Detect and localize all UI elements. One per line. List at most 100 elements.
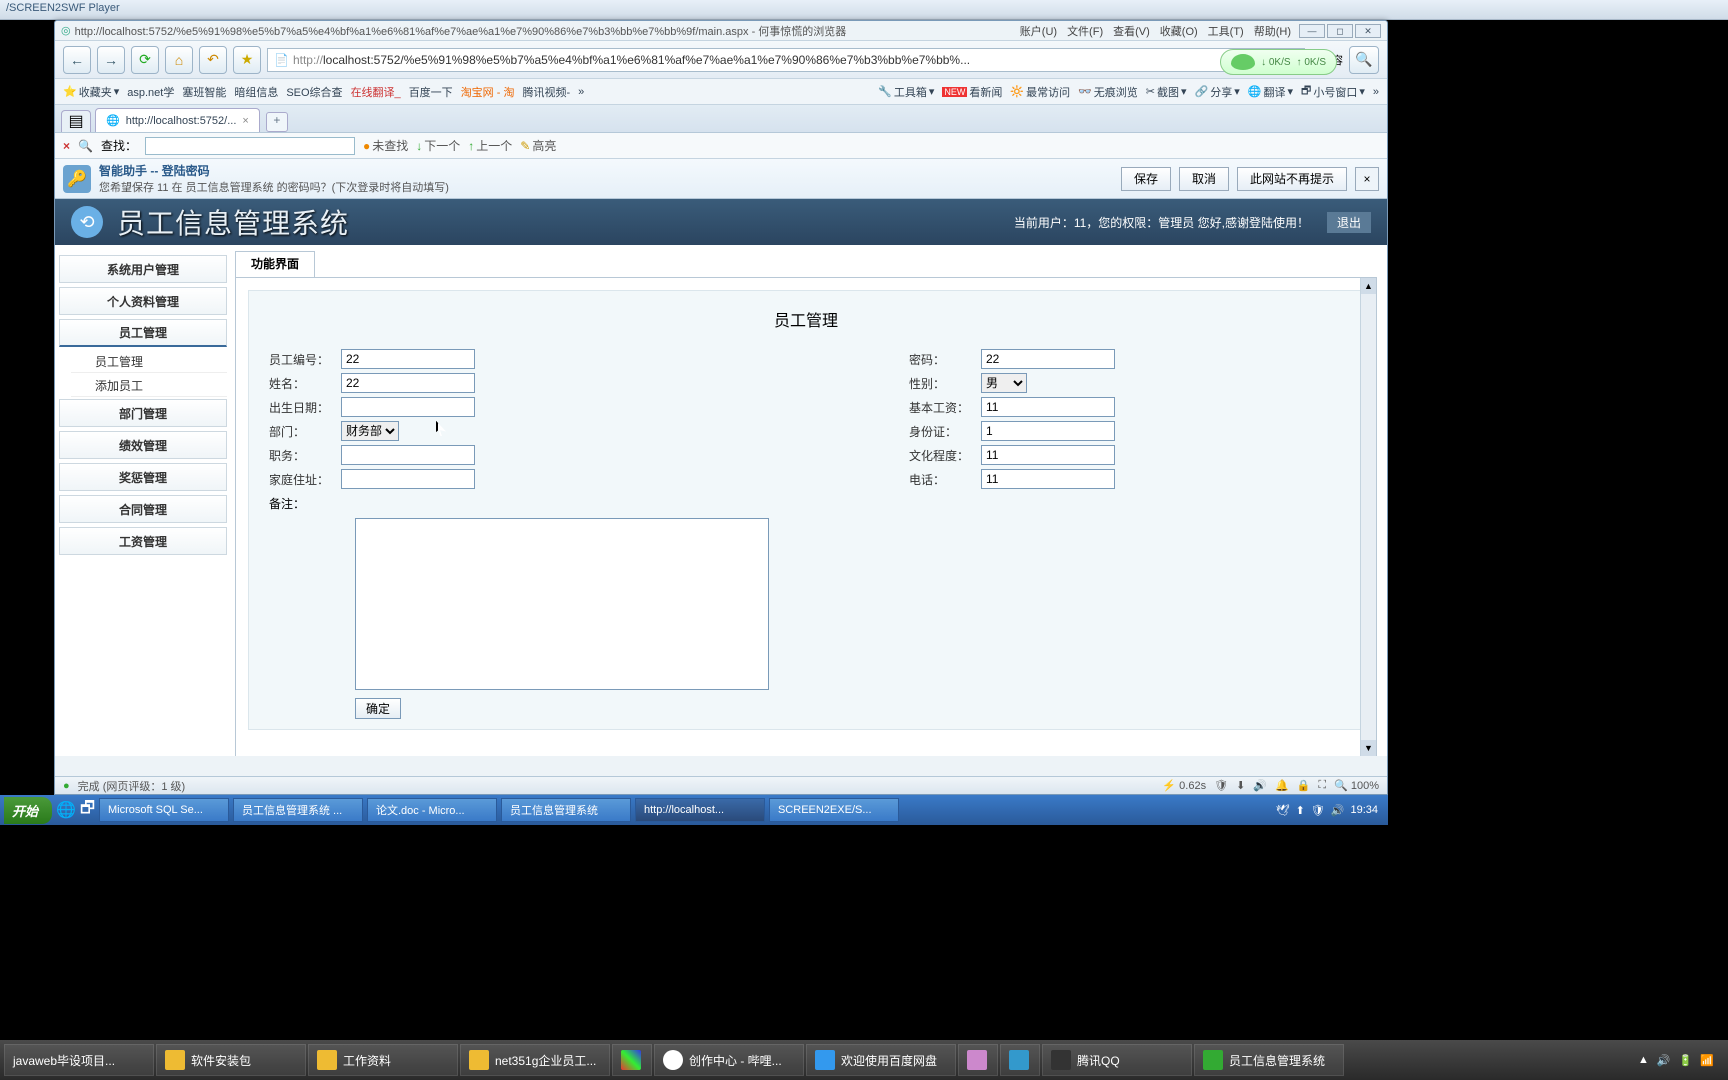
zoom-label[interactable]: 🔍 100%	[1334, 779, 1379, 792]
menu-view[interactable]: 查看(V)	[1113, 23, 1150, 39]
find-prev-button[interactable]: ↑ 上一个	[468, 137, 512, 154]
input-empno[interactable]	[341, 349, 475, 369]
bookmark-item[interactable]: 淘宝网 - 淘	[461, 84, 515, 100]
bookmark-item[interactable]: 百度一下	[409, 84, 453, 100]
refresh-button[interactable]: ⟳	[131, 46, 159, 74]
freq-button[interactable]: 🔆最常访问	[1010, 84, 1070, 100]
find-next-button[interactable]: ↓ 下一个	[416, 137, 460, 154]
quicklaunch-icon[interactable]: 🗗	[80, 797, 95, 824]
pw-close-button[interactable]: ×	[1355, 167, 1379, 191]
maximize-button[interactable]: ◻	[1327, 24, 1353, 38]
input-post[interactable]	[341, 445, 475, 465]
browser-tab[interactable]: 🌐 http://localhost:5752/... ×	[95, 108, 260, 132]
status-icon[interactable]: ⬇	[1236, 779, 1245, 792]
taskbar2-item[interactable]: net351g企业员工...	[460, 1044, 610, 1076]
panel-tab[interactable]: 功能界面	[235, 251, 315, 277]
taskbar2-item[interactable]: 工作资料	[308, 1044, 458, 1076]
back-button[interactable]: ←	[63, 46, 91, 74]
taskbar2-item[interactable]: 腾讯QQ	[1042, 1044, 1192, 1076]
input-name[interactable]	[341, 373, 475, 393]
input-addr[interactable]	[341, 469, 475, 489]
new-tab-button[interactable]: +	[266, 112, 288, 132]
menu-tool[interactable]: 工具(T)	[1208, 23, 1244, 39]
pw-save-button[interactable]: 保存	[1121, 167, 1171, 191]
menu-help[interactable]: 帮助(H)	[1254, 23, 1291, 39]
select-dept[interactable]: 财务部	[341, 421, 399, 441]
home-button[interactable]: ⌂	[165, 46, 193, 74]
taskbar2-item[interactable]: 员工信息管理系统	[1194, 1044, 1344, 1076]
altwin-button[interactable]: 🗗小号窗口 ▾	[1301, 82, 1365, 101]
incognito-button[interactable]: 👓无痕浏览	[1078, 84, 1138, 100]
taskbar-item[interactable]: 员工信息管理系统 ...	[233, 798, 363, 822]
menu-fav[interactable]: 收藏(O)	[1160, 23, 1198, 39]
find-highlight-button[interactable]: ✎ 高亮	[520, 137, 556, 154]
select-gender[interactable]: 男	[981, 373, 1027, 393]
bookmark-folder[interactable]: ⭐ 收藏夹 ▾	[63, 84, 119, 100]
sidebar-item-profile[interactable]: 个人资料管理	[59, 287, 227, 315]
sidebar-item-sysuser[interactable]: 系统用户管理	[59, 255, 227, 283]
status-icon[interactable]: ⛶	[1318, 779, 1326, 792]
sidebar-item-perf[interactable]: 绩效管理	[59, 431, 227, 459]
taskbar2-item[interactable]	[612, 1044, 652, 1076]
url-input[interactable]: 📄 http:// localhost:5752/%e5%91%98%e5%b7…	[267, 48, 1305, 72]
input-salary[interactable]	[981, 397, 1115, 417]
sidebar-item-dept[interactable]: 部门管理	[59, 399, 227, 427]
sidebar-item-salary[interactable]: 工资管理	[59, 527, 227, 555]
fav-button[interactable]: ★	[233, 46, 261, 74]
bookmark-item[interactable]: SEO综合查	[286, 84, 342, 100]
sidebar-sub-emp-manage[interactable]: 员工管理	[71, 351, 227, 373]
panel-scrollbar[interactable]: ▲▼	[1360, 278, 1376, 756]
taskbar2-item[interactable]: 软件安装包	[156, 1044, 306, 1076]
tray-icon[interactable]: 🔊	[1331, 804, 1345, 817]
menu-file[interactable]: 文件(F)	[1067, 23, 1103, 39]
bookmark-item[interactable]: 在线翻译_	[351, 84, 401, 100]
taskbar2-item[interactable]: javaweb毕设项目...	[4, 1044, 154, 1076]
minimize-button[interactable]: —	[1299, 24, 1325, 38]
tray-icon[interactable]: 🕊	[1276, 804, 1290, 817]
close-button[interactable]: ✕	[1355, 24, 1381, 38]
translate-button[interactable]: 🌐翻译 ▾	[1248, 84, 1293, 100]
input-edu[interactable]	[981, 445, 1115, 465]
bookmark-item[interactable]: 腾讯视频-	[522, 84, 570, 100]
taskbar-item[interactable]: Microsoft SQL Se...	[99, 798, 229, 822]
taskbar2-item[interactable]	[958, 1044, 998, 1076]
input-remark[interactable]	[355, 518, 769, 690]
tray-icon[interactable]: 🛡	[1311, 804, 1325, 817]
find-input[interactable]	[145, 137, 355, 155]
logout-button[interactable]: 退出	[1327, 212, 1371, 233]
pw-cancel-button[interactable]: 取消	[1179, 167, 1229, 191]
sidebar-item-employee[interactable]: 员工管理	[59, 319, 227, 347]
submit-button[interactable]: 确定	[355, 698, 401, 719]
taskbar2-item[interactable]: 欢迎使用百度网盘	[806, 1044, 956, 1076]
taskbar-item[interactable]: SCREEN2EXE/S...	[769, 798, 899, 822]
taskbar-item[interactable]: http://localhost...	[635, 798, 765, 822]
taskbar-item[interactable]: 论文.doc - Micro...	[367, 798, 497, 822]
quicklaunch-icon[interactable]: 🌐	[56, 800, 76, 820]
input-birth[interactable]	[341, 397, 475, 417]
taskbar-item[interactable]: 员工信息管理系统	[501, 798, 631, 822]
status-icon[interactable]: 🔊	[1253, 779, 1267, 792]
taskbar2-item[interactable]: 创作中心 - 哔哩...	[654, 1044, 804, 1076]
start-button[interactable]: 开始	[4, 797, 52, 824]
sidebar-item-reward[interactable]: 奖惩管理	[59, 463, 227, 491]
undo-button[interactable]: ↶	[199, 46, 227, 74]
find-close-icon[interactable]: ×	[63, 139, 70, 153]
search-button[interactable]: 🔍	[1349, 46, 1379, 74]
share-button[interactable]: 🔗分享 ▾	[1195, 84, 1240, 100]
tray-icon[interactable]: ▲	[1638, 1054, 1649, 1066]
tray-icon[interactable]: ⬆	[1296, 804, 1305, 817]
input-idcard[interactable]	[981, 421, 1115, 441]
pw-never-button[interactable]: 此网站不再提示	[1237, 167, 1347, 191]
taskbar2-item[interactable]	[1000, 1044, 1040, 1076]
tab-close-icon[interactable]: ×	[242, 115, 248, 127]
tray-icon[interactable]: 📶	[1700, 1054, 1714, 1067]
bookmark-item[interactable]: asp.net学	[127, 84, 174, 100]
input-pwd[interactable]	[981, 349, 1115, 369]
input-phone[interactable]	[981, 469, 1115, 489]
bookmark-item[interactable]: 塞班智能	[182, 84, 226, 100]
bookmark-item[interactable]: 暗组信息	[234, 84, 278, 100]
status-icon[interactable]: 🔒	[1297, 779, 1311, 792]
status-icon[interactable]: 🔔	[1275, 779, 1289, 792]
news-button[interactable]: NEW看新闻	[942, 84, 1002, 100]
sidebar-item-contract[interactable]: 合同管理	[59, 495, 227, 523]
